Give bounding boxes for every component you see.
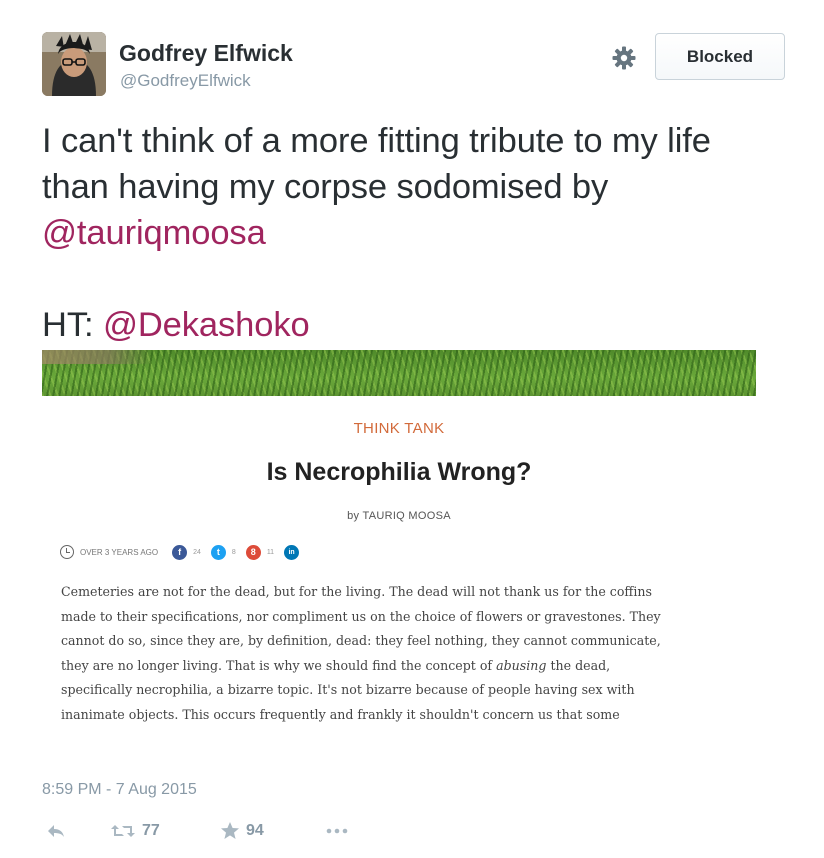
avatar[interactable]: [42, 32, 106, 96]
twitter-count: 8: [231, 548, 236, 556]
author-handle[interactable]: @GodfreyElfwick: [120, 71, 251, 91]
google-plus-count: 11: [266, 548, 275, 556]
excerpt-line: specifically necrophilia, a bizarre topi…: [61, 682, 635, 698]
retweet-count: 77: [142, 822, 160, 839]
clock-icon: [60, 545, 74, 559]
more-icon: [326, 828, 348, 834]
author-name[interactable]: Godfrey Elfwick: [119, 40, 293, 67]
like-button[interactable]: 94: [220, 818, 264, 844]
reply-button[interactable]: [46, 818, 66, 844]
excerpt-line: made to their specifications, nor compli…: [61, 608, 661, 624]
article-byline: by TAURIQ MOOSA: [347, 510, 451, 522]
google-plus-icon: 8: [245, 544, 261, 560]
twitter-icon: t: [210, 544, 226, 560]
retweet-icon: [111, 825, 135, 837]
gear-icon[interactable]: [611, 45, 637, 71]
tweet-text: I can't think of a more fitting tribute …: [42, 118, 802, 348]
reply-icon: [48, 825, 64, 837]
facebook-count: 24: [193, 548, 201, 556]
excerpt-line: Cemeteries are not for the dead, but for…: [61, 584, 652, 599]
mention-link-dekashoko[interactable]: @Dekashoko: [103, 306, 310, 344]
linkedin-icon: in: [284, 544, 300, 560]
star-icon: [221, 822, 239, 839]
excerpt-line: they are no longer living. That is why w…: [61, 657, 611, 673]
article-title: Is Necrophilia Wrong?: [266, 458, 532, 486]
article-meta: OVER 3 YEARS AGO f 24 t 8 8 11 in: [60, 543, 300, 561]
blocked-button[interactable]: Blocked: [655, 33, 785, 80]
facebook-icon: f: [172, 544, 188, 560]
like-count: 94: [246, 822, 264, 839]
more-button[interactable]: [325, 818, 349, 844]
mention-link-tauriqmoosa[interactable]: @tauriqmoosa: [42, 214, 266, 252]
excerpt-italic: abusing: [496, 657, 547, 673]
excerpt-line: cannot do so, since they are, by definit…: [61, 633, 661, 649]
tweet-line: I can't think of a more fitting tribute …: [42, 122, 711, 160]
retweet-button[interactable]: 77: [110, 818, 160, 844]
excerpt-line: inanimate objects. This occurs frequentl…: [61, 706, 620, 722]
article-age: OVER 3 YEARS AGO: [80, 547, 159, 557]
attached-image[interactable]: THINK TANK Is Necrophilia Wrong? by TAUR…: [42, 350, 756, 738]
ht-prefix: HT:: [42, 306, 103, 344]
tweet-timestamp[interactable]: 8:59 PM - 7 Aug 2015: [42, 781, 197, 799]
tweet-line: than having my corpse sodomised by: [42, 168, 609, 206]
article-excerpt: Cemeteries are not for the dead, but for…: [61, 580, 741, 728]
article-kicker: THINK TANK: [353, 420, 445, 437]
